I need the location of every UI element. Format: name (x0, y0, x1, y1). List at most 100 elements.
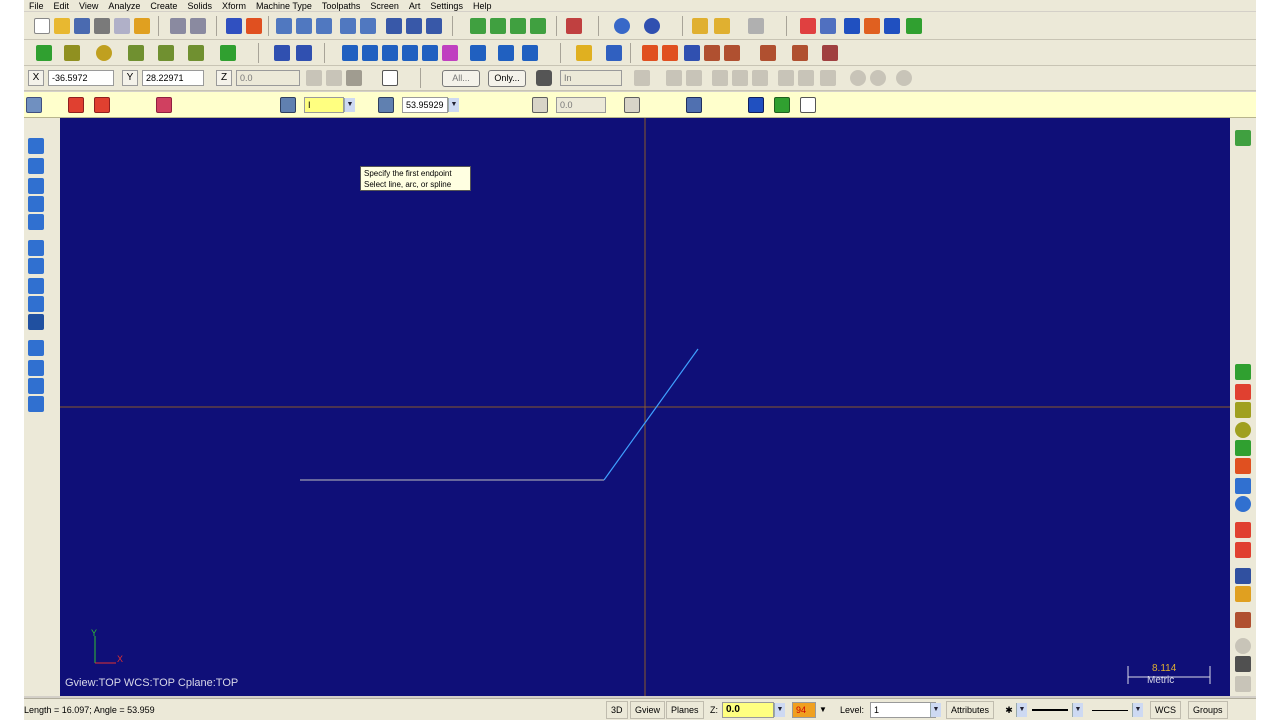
primitive-icon[interactable] (28, 214, 44, 230)
angle-lock-icon[interactable] (378, 97, 394, 113)
line-icon[interactable] (64, 45, 80, 61)
solid-tools-icon[interactable] (864, 18, 880, 34)
zoom-window-icon[interactable] (276, 18, 292, 34)
trim-icon[interactable] (342, 45, 358, 61)
hex-c-icon[interactable] (732, 70, 748, 86)
zoom-fit-icon[interactable] (296, 18, 312, 34)
break-icon[interactable] (362, 45, 378, 61)
point-tool-icon[interactable] (1235, 364, 1251, 380)
z-coord-field[interactable]: 0.0 (236, 70, 300, 86)
folder-icon[interactable] (1235, 586, 1251, 602)
pocket-icon[interactable] (760, 45, 776, 61)
menu-file[interactable]: File (24, 1, 49, 11)
units-select[interactable]: In (560, 70, 622, 86)
drill-icon[interactable] (684, 45, 700, 61)
globe-recent-icon[interactable] (1235, 496, 1251, 512)
menu-create[interactable]: Create (145, 1, 182, 11)
pointer-icon[interactable] (666, 70, 682, 86)
table-icon[interactable] (662, 45, 678, 61)
z-depth-dropdown-icon[interactable]: ▼ (774, 703, 785, 717)
hex-b-icon[interactable] (712, 70, 728, 86)
unzoom-icon[interactable] (340, 18, 356, 34)
sum-icon[interactable] (884, 18, 900, 34)
transform-icon[interactable] (296, 45, 312, 61)
box-select-icon[interactable] (246, 18, 262, 34)
line-width-selector[interactable] (1092, 702, 1132, 718)
undo-recent-icon[interactable] (1235, 676, 1251, 692)
boolean-icon[interactable] (28, 314, 44, 330)
menu-edit[interactable]: Edit (49, 1, 75, 11)
verify-selection-icon[interactable] (634, 70, 650, 86)
extrude-icon[interactable] (28, 138, 44, 154)
simulate-icon[interactable] (822, 45, 838, 61)
apply-icon[interactable] (748, 97, 764, 113)
zoom-previous-icon[interactable] (360, 18, 376, 34)
new-file-icon[interactable] (34, 18, 50, 34)
menu-machine-type[interactable]: Machine Type (251, 1, 317, 11)
y-coord-field[interactable]: 28.22971 (142, 70, 204, 86)
color-swatch[interactable]: 94 (792, 702, 816, 718)
circle-icon[interactable] (96, 45, 112, 61)
angle-dropdown-icon[interactable]: ▼ (448, 98, 459, 112)
rectangle-icon[interactable] (128, 45, 144, 61)
wcs-button[interactable]: WCS (1150, 701, 1181, 719)
point-style-icon[interactable]: ✱ (1002, 702, 1016, 718)
rotate-icon[interactable] (522, 45, 538, 61)
scale-icon[interactable] (576, 45, 592, 61)
length-field[interactable]: I (304, 97, 344, 113)
solid-box-icon[interactable] (566, 18, 582, 34)
tool-recent-2-icon[interactable] (1235, 542, 1251, 558)
groups-button[interactable]: Groups (1188, 701, 1228, 719)
circle-recent-icon[interactable] (1235, 422, 1251, 438)
draft-face-icon[interactable] (28, 340, 44, 356)
gview-top-icon[interactable] (406, 18, 422, 34)
join-icon[interactable] (382, 45, 398, 61)
translate-icon[interactable] (470, 45, 486, 61)
cancel-recent-icon[interactable] (1235, 638, 1251, 654)
select-only-button[interactable]: Only... (488, 70, 526, 87)
menu-xform[interactable]: Xform (217, 1, 251, 11)
shaded-cube-icon[interactable] (470, 18, 486, 34)
color-dropdown-icon[interactable]: ▼ (819, 702, 827, 718)
dimension-icon[interactable] (844, 18, 860, 34)
help-icon[interactable] (800, 97, 816, 113)
autocursor-icon[interactable] (326, 70, 342, 86)
print-icon[interactable] (94, 18, 110, 34)
wireframe-cube-icon[interactable] (490, 18, 506, 34)
hex-e-icon[interactable] (778, 70, 794, 86)
menu-help[interactable]: Help (468, 1, 497, 11)
ok-icon[interactable] (774, 97, 790, 113)
revolve-icon[interactable] (28, 158, 44, 174)
recent-tool-icon[interactable] (1235, 384, 1251, 400)
x-coord-field[interactable]: -36.5972 (48, 70, 114, 86)
shell-icon[interactable] (28, 278, 44, 294)
layout-icon[interactable] (820, 18, 836, 34)
fillet-icon[interactable] (158, 45, 174, 61)
spline-icon[interactable] (220, 45, 236, 61)
point-icon[interactable] (36, 45, 52, 61)
selection-mode-icon[interactable] (536, 70, 552, 86)
repaint-icon[interactable] (386, 18, 402, 34)
thicken-icon[interactable] (28, 378, 44, 394)
help-query-icon[interactable] (800, 18, 816, 34)
hex-d-icon[interactable] (752, 70, 768, 86)
contour-icon[interactable] (724, 45, 740, 61)
pencil-icon[interactable] (692, 18, 708, 34)
edit-endpoint-1-icon[interactable] (68, 97, 84, 113)
surface-icon[interactable] (704, 45, 720, 61)
drafting-icon[interactable] (274, 45, 290, 61)
point-style-dropdown-icon[interactable]: ▼ (1016, 703, 1027, 717)
tangent-icon[interactable] (686, 97, 702, 113)
menu-view[interactable]: View (74, 1, 103, 11)
select-arrow-icon[interactable] (226, 18, 242, 34)
check-mark-icon[interactable] (820, 70, 836, 86)
help-query-icon[interactable] (896, 70, 912, 86)
length-lock-icon[interactable] (280, 97, 296, 113)
arc-icon[interactable] (798, 70, 814, 86)
modify-normal-icon[interactable] (402, 45, 418, 61)
zoom-out-icon[interactable] (316, 18, 332, 34)
nurbs-icon[interactable] (442, 45, 458, 61)
gview-button[interactable]: Gview (630, 701, 666, 719)
loft-icon[interactable] (28, 196, 44, 212)
control-points-icon[interactable] (422, 45, 438, 61)
